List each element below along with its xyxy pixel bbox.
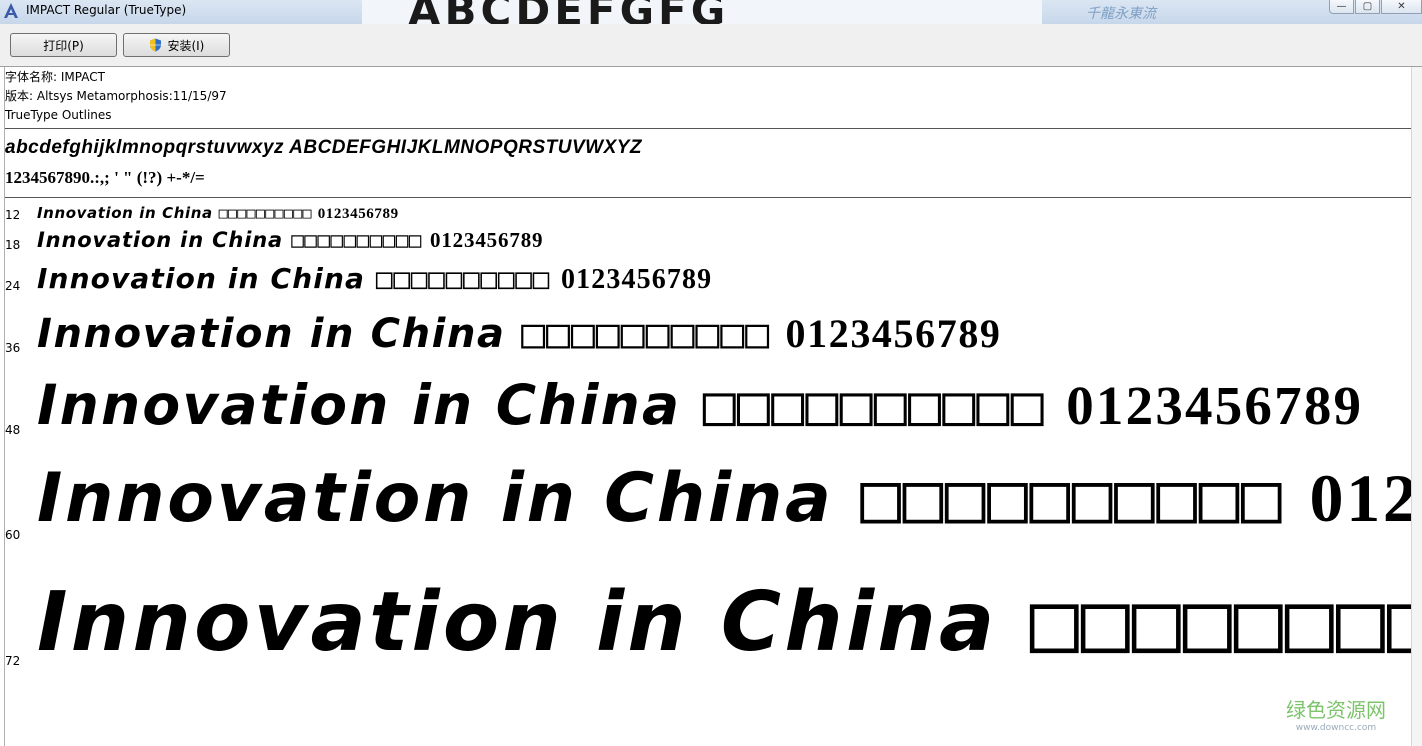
missing-glyph-boxes: □□□□□□□□□□ [521,311,770,357]
sample-row-18: 18 Innovation in China □□□□□□□□□□ 012345… [0,225,1411,259]
install-button-label: 安装(I) [167,39,205,53]
font-name-line: 字体名称: IMPACT [5,70,105,84]
font-version-line: 版本: Altsys Metamorphosis:11/15/97 [5,89,227,103]
sample-digits: 0123456789 [317,206,399,222]
sample-phrase: Innovation in China [37,311,506,357]
sample-digits: 0123456789 [1066,375,1364,436]
size-label: 18 [5,238,21,252]
sample-phrase: Innovation in China [37,575,998,670]
sample-phrase: Innovation in China [37,228,284,252]
sample-text: Innovation in China □□□□□□□□□□ 012345678… [37,459,1411,538]
print-button[interactable]: 打印(P) [10,33,117,57]
sample-digits: 0123456789 [560,264,713,295]
sample-digits: 0123456789 [785,311,1002,356]
missing-glyph-boxes: □□□□□□□□□□ [702,373,1045,437]
shield-icon [149,38,161,52]
sample-row-48: 48 Innovation in China □□□□□□□□□□ 012345… [0,367,1411,447]
background-banner-handwriting: 千龍永東流 [1086,6,1156,22]
title-bar[interactable]: IMPACT Regular (TrueType) ABCDEFGFG 千龍永東… [0,0,1422,24]
maximize-button[interactable]: ▢ [1355,0,1380,14]
sample-phrase: Innovation in China [37,459,834,538]
missing-glyph-boxes: □□□□□□□□□□ [860,459,1284,538]
sample-phrase: Innovation in China [37,373,682,437]
sample-text: Innovation in China □□□□□□□□□□ 012345678… [37,310,1002,357]
minimize-button[interactable]: — [1329,0,1354,14]
missing-glyph-boxes: □□□□□□□□□□ [218,204,312,222]
print-button-label: 打印(P) [43,39,84,53]
size-label: 24 [5,279,21,293]
missing-glyph-boxes: □□□□□□□□□□ [1029,575,1411,670]
alphabet-sample: abcdefghijklmnopqrstuvwxyz ABCDEFGHIJKLM… [5,137,643,158]
sample-row-24: 24 Innovation in China □□□□□□□□□□ 012345… [0,257,1411,301]
sample-phrase: Innovation in China [37,204,213,222]
watermark-logo: 绿色资源网 www.downcc.com [1286,694,1386,733]
sample-text: Innovation in China □□□□□□□□□□ 012345678… [37,373,1363,437]
watermark-url: www.downcc.com [1295,723,1377,733]
divider [5,197,1411,198]
font-preview-pane[interactable]: 字体名称: IMPACT 版本: Altsys Metamorphosis:11… [0,67,1422,746]
font-file-icon [4,3,18,18]
sample-row-60: 60 Innovation in China □□□□□□□□□□ 012345… [0,451,1411,553]
size-label: 72 [5,654,21,668]
sample-row-36: 36 Innovation in China □□□□□□□□□□ 012345… [0,305,1411,365]
sample-phrase: Innovation in China [37,262,366,295]
background-banner-glyphs: ABCDEFGFG [408,0,729,24]
sample-text: Innovation in China □□□□□□□□□□ 012345678… [37,575,1411,670]
install-button[interactable]: 安装(I) [123,33,230,57]
missing-glyph-boxes: □□□□□□□□□□ [291,228,422,252]
toolbar: 打印(P) 安装(I) [0,24,1422,67]
watermark-name: 绿色资源网 [1286,698,1386,722]
sample-row-72: 72 Innovation in China □□□□□□□□□□ 012345… [0,565,1411,685]
digits-symbols-sample: 1234567890.:,; ' " (!?) +-*/= [5,168,205,187]
size-label: 12 [5,208,21,222]
size-label: 48 [5,423,21,437]
size-label: 36 [5,341,21,355]
close-button[interactable]: ✕ [1381,0,1422,14]
font-type-line: TrueType Outlines [5,108,112,122]
sample-digits: 0123456789 [1309,460,1411,536]
sample-text: Innovation in China □□□□□□□□□□ 012345678… [37,262,712,296]
sample-digits: 0123456789 [429,228,544,252]
window-title: IMPACT Regular (TrueType) [26,3,187,17]
size-label: 60 [5,528,21,542]
sample-text: Innovation in China □□□□□□□□□□ 012345678… [37,228,543,253]
divider [5,128,1411,129]
missing-glyph-boxes: □□□□□□□□□□ [375,262,551,295]
sample-row-12: 12 Innovation in China □□□□□□□□□□ 012345… [0,203,1411,227]
sample-text: Innovation in China □□□□□□□□□□ 012345678… [37,204,399,223]
vertical-scrollbar[interactable] [1411,67,1422,746]
